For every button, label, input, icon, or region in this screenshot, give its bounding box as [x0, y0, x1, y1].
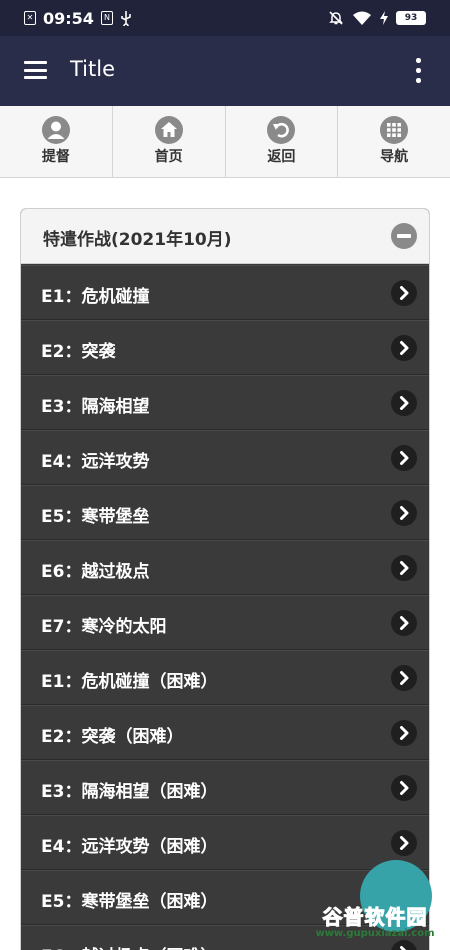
chevron-right-icon — [391, 665, 417, 691]
home-icon — [154, 116, 183, 144]
usb-icon — [121, 11, 131, 26]
chevron-right-icon — [391, 390, 417, 416]
list-item[interactable]: E1：危机碰撞 — [21, 265, 429, 320]
list-item-label: E6：越过极点 — [41, 562, 150, 582]
list-item-label: E2：突袭（困难） — [41, 727, 184, 747]
list-item[interactable]: E4：远洋攻势 — [21, 430, 429, 485]
nfc-icon: N — [100, 11, 113, 25]
toolbar-back-button[interactable]: 返回 — [226, 106, 339, 177]
status-left: ✕ 09:54 N — [24, 8, 132, 28]
chevron-right-icon — [391, 280, 417, 306]
minus-icon[interactable] — [391, 223, 417, 249]
mute-icon — [329, 11, 343, 25]
app-title: Title — [70, 57, 116, 81]
list-item-label: E7：寒冷的太阳 — [41, 617, 167, 637]
status-time: 09:54 — [43, 8, 94, 28]
status-bar: ✕ 09:54 N 93 — [0, 0, 450, 36]
list-item-label: E6：越过极点（困难） — [41, 942, 217, 950]
toolbar-nav-button[interactable]: 导航 — [338, 106, 450, 177]
more-vertical-icon[interactable] — [414, 58, 422, 84]
list-item[interactable]: E5：寒带堡垒 — [21, 485, 429, 540]
list-item[interactable]: E4：远洋攻势（困难） — [21, 815, 429, 870]
toolbar-home-button[interactable]: 首页 — [113, 106, 226, 177]
chevron-right-icon — [391, 720, 417, 746]
grid-icon — [380, 116, 409, 144]
list-item[interactable]: E3：隔海相望（困难） — [21, 760, 429, 815]
event-card: 特遣作战(2021年10月) E1：危机碰撞 E2：突袭 E3：隔海相望 E4：远洋攻… — [20, 208, 430, 950]
sim-icon: ✕ — [24, 11, 36, 25]
list-item[interactable]: E3：隔海相望 — [21, 375, 429, 430]
watermark-url: www.gupuxiazai.com — [315, 928, 435, 939]
toolbar: 提督 首页 返回 导航 — [0, 106, 450, 178]
toolbar-home-label: 首页 — [154, 149, 183, 165]
chevron-right-icon — [391, 830, 417, 856]
list-item[interactable]: E6：越过极点 — [21, 540, 429, 595]
chevron-right-icon — [391, 335, 417, 361]
charging-icon — [380, 11, 388, 25]
list-item-label: E3：隔海相望 — [41, 397, 150, 417]
toolbar-nav-label: 导航 — [380, 149, 409, 165]
toolbar-admiral-button[interactable]: 提督 — [0, 106, 113, 177]
list-item-label: E4：远洋攻势 — [41, 452, 150, 472]
list-item-label: E1：危机碰撞 — [41, 287, 150, 307]
wifi-icon — [353, 11, 371, 25]
chevron-right-icon — [391, 775, 417, 801]
battery-level: 93 — [396, 11, 426, 25]
watermark-text: 谷普软件园 — [322, 905, 428, 929]
status-right: 93 — [328, 8, 426, 28]
toolbar-back-label: 返回 — [267, 149, 296, 165]
watermark: 谷普软件园 www.gupuxiazai.com — [306, 906, 444, 946]
list-item-label: E2：突袭 — [41, 342, 116, 362]
stage-list: E1：危机碰撞 E2：突袭 E3：隔海相望 E4：远洋攻势 E5：寒带堡垒 E6：越过极点… — [21, 265, 429, 950]
list-item[interactable]: E1：危机碰撞（困难） — [21, 650, 429, 705]
hamburger-icon[interactable] — [24, 61, 47, 79]
screen: ✕ 09:54 N 93 Title 提督 首页 返回 导航 特遣作战(2021… — [0, 0, 450, 950]
list-item-label: E3：隔海相望（困难） — [41, 782, 218, 802]
card-header[interactable]: 特遣作战(2021年10月) — [21, 209, 429, 264]
list-item-label: E5：寒带堡垒 — [41, 507, 150, 527]
chevron-right-icon — [391, 610, 417, 636]
list-item[interactable]: E2：突袭（困难） — [21, 705, 429, 760]
toolbar-admiral-label: 提督 — [41, 149, 70, 165]
list-item[interactable]: E2：突袭 — [21, 320, 429, 375]
back-icon — [267, 116, 296, 144]
user-icon — [41, 116, 70, 144]
list-item[interactable]: E7：寒冷的太阳 — [21, 595, 429, 650]
list-item-label: E4：远洋攻势（困难） — [41, 837, 218, 857]
chevron-right-icon — [391, 555, 417, 581]
card-title: 特遣作战(2021年10月) — [43, 230, 232, 250]
chevron-right-icon — [391, 445, 417, 471]
chevron-right-icon — [391, 500, 417, 526]
list-item-label: E1：危机碰撞（困难） — [41, 672, 218, 692]
app-bar: Title — [0, 36, 450, 106]
list-item-label: E5：寒带堡垒（困难） — [41, 892, 218, 912]
